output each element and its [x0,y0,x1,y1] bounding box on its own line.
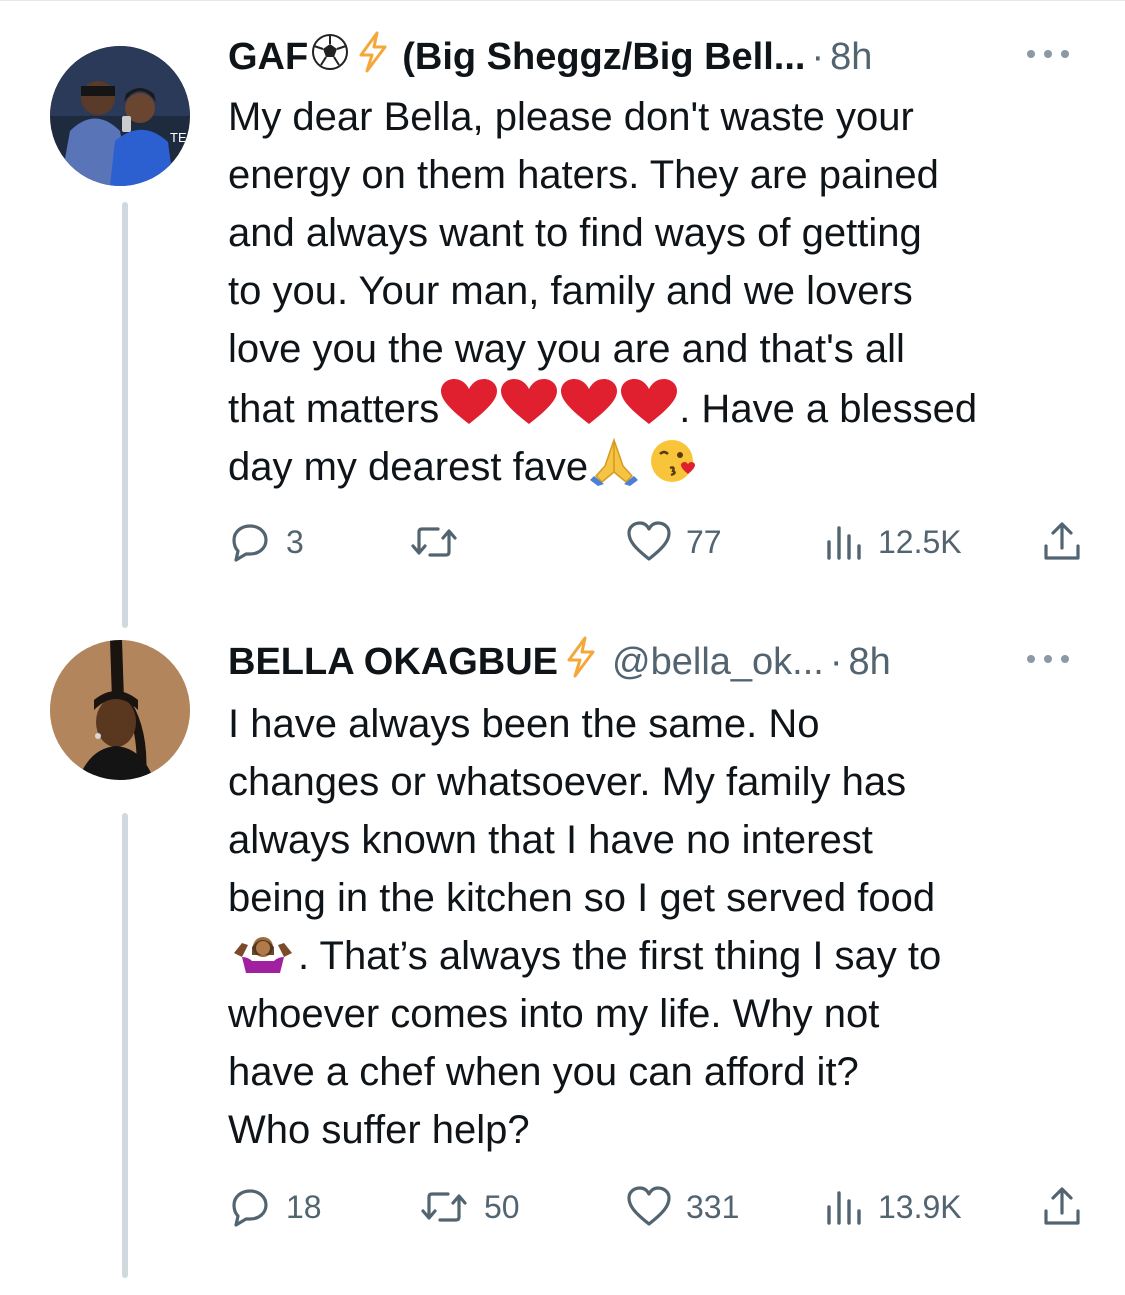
separator-dot: · [811,35,825,78]
shrugging-woman-icon [228,931,298,989]
view-count: 13.9K [878,1188,962,1225]
timestamp[interactable]: 8h [849,641,891,684]
reply-button[interactable]: 18 [228,1182,322,1232]
text-line: love you the way you are and that's all [228,327,905,371]
heart-outline-icon [626,1185,672,1229]
retweet-button[interactable]: 50 [418,1182,520,1232]
separator-dot: · [829,640,843,683]
reply-icon [228,520,272,564]
svg-text:TE: TE [170,130,187,145]
red-heart-icon [499,378,559,444]
more-options-icon[interactable] [1027,649,1069,669]
text-line: always known that I have no interest [228,818,873,862]
text-line-emoji: day my dearest fave [228,436,1088,494]
avatar-gaf[interactable]: TE [50,46,190,186]
red-heart-icon [619,378,679,444]
tweet-text: My dear Bella, please don't waste your e… [228,88,1088,494]
soccer-ball-icon [310,32,350,82]
views-button[interactable]: 13.9K [824,1182,962,1232]
tweet-text: I have always been the same. No changes … [228,695,1088,1159]
text-line: being in the kitchen so I get served foo… [228,876,936,920]
like-count: 331 [686,1188,740,1225]
text-line-emoji: . That’s always the first thing I say to [228,927,1088,985]
text-line: whoever comes into my life. Why not [228,992,880,1036]
display-name[interactable]: GAF [228,36,308,79]
red-heart-icon [559,378,619,444]
thread-connector [122,813,128,1278]
tweet-header: BELLA OKAGBUE @bella_ok... · 8h [228,636,891,688]
tweet-header: GAF (Big Sheggz/Big Bell... · 8h [228,31,872,83]
views-button[interactable]: 12.5K [824,517,962,567]
text-line: I have always been the same. No [228,702,820,746]
share-button[interactable] [1040,517,1084,567]
top-divider [0,0,1125,1]
view-count: 12.5K [878,523,962,560]
reply-icon [228,1185,272,1229]
reply-count: 3 [286,523,304,560]
text-line: have a chef when you can afford it? [228,1050,859,1094]
text-line: and always want to find ways of getting [228,211,922,255]
folded-hands-icon [588,436,640,502]
display-name-suffix[interactable]: (Big Sheggz/Big Bell... [402,36,805,79]
like-button[interactable]: 77 [626,517,722,567]
avatar-bella[interactable] [50,640,190,780]
share-button[interactable] [1040,1182,1084,1232]
lightning-bolt-icon [564,636,598,688]
thread-connector [122,202,128,628]
timestamp[interactable]: 8h [830,36,872,79]
more-options-icon[interactable] [1027,44,1069,64]
text-line: energy on them haters. They are pained [228,153,939,197]
retweet-icon [418,1185,470,1229]
lightning-bolt-icon [356,31,390,83]
text-fragment: . Have a blessed [679,387,978,431]
retweet-count: 50 [484,1188,520,1225]
views-bar-icon [824,520,864,564]
views-bar-icon [824,1185,864,1229]
like-button[interactable]: 331 [626,1182,739,1232]
text-fragment: day my dearest fave [228,445,589,489]
tweet-gaf[interactable]: TE GAF (Big Sheggz/Big Bell... · 8h My d… [0,30,1125,630]
text-line: Who suffer help? [228,1108,530,1152]
tweet-actions: 18 50 331 13.9K [228,1182,1088,1232]
text-line: to you. Your man, family and we lovers [228,269,913,313]
share-icon [1040,1185,1084,1229]
retweet-button[interactable] [408,517,474,567]
tweet-actions: 3 77 12.5K [228,517,1088,567]
kissing-face-icon [648,436,698,502]
share-icon [1040,520,1084,564]
reply-button[interactable]: 3 [228,517,304,567]
text-line: My dear Bella, please don't waste your [228,95,914,139]
reply-count: 18 [286,1188,322,1225]
text-fragment: . That’s always the first thing I say to [298,934,942,978]
red-heart-icon [439,378,499,444]
display-name[interactable]: BELLA OKAGBUE [228,641,558,684]
tweet-bella[interactable]: BELLA OKAGBUE @bella_ok... · 8h I have a… [0,635,1125,1295]
retweet-icon [408,520,460,564]
heart-outline-icon [626,520,672,564]
text-fragment: that matters [228,387,440,431]
text-line: changes or whatsoever. My family has [228,760,907,804]
text-line-hearts: that matters . Have a blessed [228,378,1088,436]
username-handle[interactable]: @bella_ok... [612,641,824,684]
like-count: 77 [686,523,722,560]
